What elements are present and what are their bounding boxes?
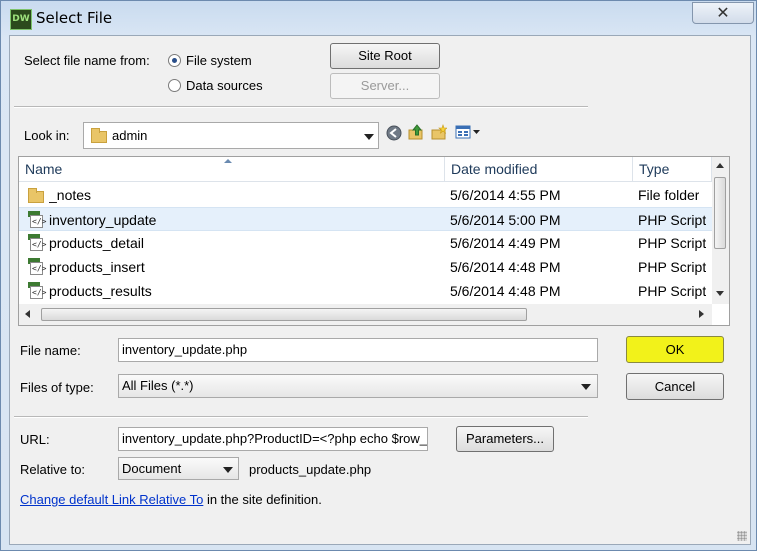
close-button[interactable]: ✕ [692, 2, 754, 24]
row-name: products_results [49, 283, 152, 299]
source-label: Select file name from: [24, 53, 150, 68]
dialog-window: DW Select File ✕ Select file name from: … [0, 0, 757, 551]
php-file-icon: </> [28, 211, 46, 228]
scroll-right-icon[interactable] [699, 310, 704, 318]
row-date: 5/6/2014 4:55 PM [450, 187, 561, 203]
file-system-label[interactable]: File system [186, 53, 252, 68]
column-header-date[interactable]: Date modified [445, 157, 633, 182]
files-of-type-select[interactable]: All Files (*.*) [118, 374, 598, 398]
table-row[interactable]: </> products_results 5/6/2014 4:48 PM PH… [19, 279, 712, 303]
back-icon[interactable] [386, 125, 402, 141]
row-name: products_detail [49, 235, 144, 251]
cancel-button[interactable]: Cancel [626, 373, 724, 400]
file-list[interactable]: Name Date modified Type _notes 5/6/2014 … [18, 156, 730, 326]
row-date: 5/6/2014 4:48 PM [450, 259, 561, 275]
php-file-icon: </> [28, 282, 46, 299]
chevron-down-icon[interactable] [581, 384, 591, 390]
look-in-label: Look in: [24, 128, 70, 143]
row-type: PHP Script [638, 212, 707, 228]
row-type: File folder [638, 187, 700, 203]
separator [14, 416, 588, 418]
column-header-type[interactable]: Type [633, 157, 712, 182]
new-folder-icon[interactable] [431, 124, 447, 140]
resize-grip[interactable] [737, 531, 747, 541]
row-name: products_insert [49, 259, 145, 275]
window-title: Select File [36, 9, 113, 27]
data-sources-radio[interactable] [168, 79, 181, 92]
row-type: PHP Script [638, 235, 707, 251]
folder-icon [91, 128, 107, 143]
php-file-icon: </> [28, 234, 46, 251]
url-input[interactable]: inventory_update.php?ProductID=<?php ech… [118, 427, 428, 451]
file-system-radio[interactable] [168, 54, 181, 67]
table-row-selected[interactable]: </> inventory_update 5/6/2014 5:00 PM PH… [19, 207, 712, 231]
footer-text: Change default Link Relative To in the s… [20, 492, 322, 507]
site-root-button[interactable]: Site Root [330, 43, 440, 69]
scroll-down-icon[interactable] [716, 291, 724, 296]
row-date: 5/6/2014 4:49 PM [450, 235, 561, 251]
relative-file-name: products_update.php [249, 462, 372, 477]
vertical-scrollbar[interactable] [712, 157, 729, 304]
table-row[interactable]: </> products_insert 5/6/2014 4:48 PM PHP… [19, 255, 712, 279]
ok-button[interactable]: OK [626, 336, 724, 363]
scroll-up-icon[interactable] [716, 163, 724, 168]
chevron-down-icon[interactable] [364, 133, 374, 140]
file-name-input[interactable]: inventory_update.php [118, 338, 598, 362]
vertical-scroll-thumb[interactable] [714, 177, 726, 249]
file-name-label: File name: [20, 343, 81, 358]
look-in-value: admin [112, 128, 148, 143]
separator [14, 106, 588, 108]
row-type: PHP Script [638, 259, 707, 275]
files-of-type-label: Files of type: [20, 380, 94, 395]
title-bar[interactable]: DW Select File ✕ [1, 1, 757, 35]
look-in-combo[interactable]: admin [83, 122, 379, 149]
sort-ascending-icon [224, 159, 232, 163]
chevron-down-icon[interactable] [223, 466, 233, 473]
row-date: 5/6/2014 4:48 PM [450, 283, 561, 299]
table-row[interactable]: _notes 5/6/2014 4:55 PM File folder [19, 183, 712, 207]
row-name: inventory_update [49, 212, 157, 228]
row-date: 5/6/2014 5:00 PM [450, 212, 561, 228]
dreamweaver-app-icon: DW [10, 9, 32, 30]
data-sources-label[interactable]: Data sources [186, 78, 263, 93]
up-folder-icon[interactable] [408, 124, 424, 140]
scroll-left-icon[interactable] [25, 310, 30, 318]
change-default-link[interactable]: Change default Link Relative To [20, 492, 203, 507]
server-button[interactable]: Server... [330, 73, 440, 99]
row-type: PHP Script [638, 283, 707, 299]
table-row[interactable]: </> products_detail 5/6/2014 4:49 PM PHP… [19, 231, 712, 255]
horizontal-scroll-thumb[interactable] [41, 308, 527, 321]
footer-suffix: in the site definition. [203, 492, 322, 507]
relative-to-label: Relative to: [20, 462, 86, 477]
view-menu-icon[interactable] [455, 124, 483, 140]
folder-icon [28, 188, 44, 203]
dialog-body: Select file name from: File system Data … [9, 35, 751, 545]
column-header-name[interactable]: Name [19, 157, 445, 182]
row-name: _notes [49, 187, 92, 203]
relative-to-select[interactable]: Document [118, 457, 239, 480]
horizontal-scrollbar[interactable] [19, 304, 712, 325]
parameters-button[interactable]: Parameters... [456, 426, 554, 452]
url-label: URL: [20, 432, 50, 447]
php-file-icon: </> [28, 258, 46, 275]
